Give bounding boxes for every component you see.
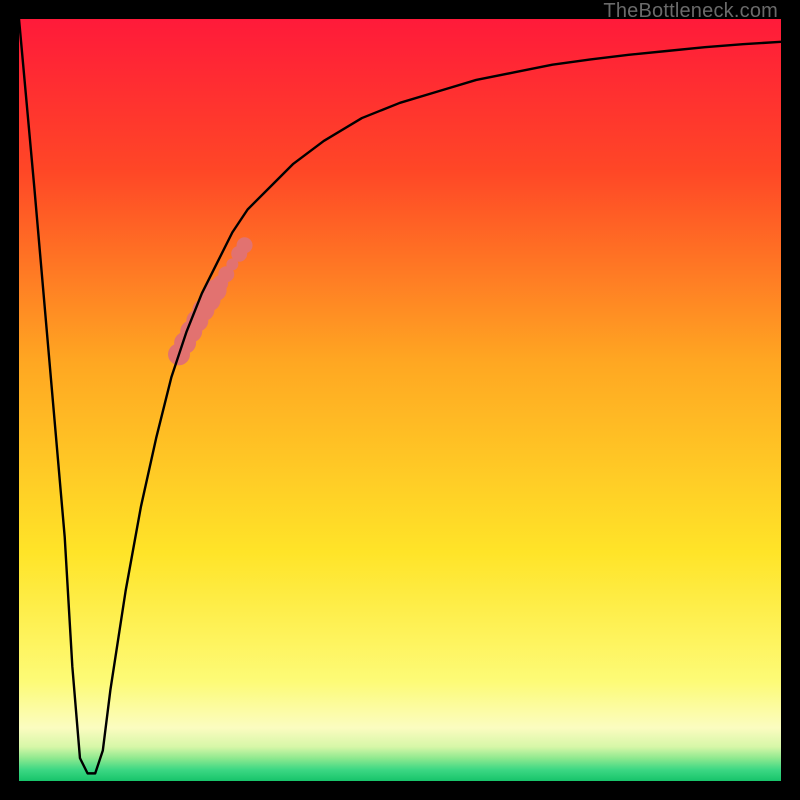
watermark-text: TheBottleneck.com [603, 0, 778, 23]
gradient-background [19, 19, 781, 781]
marker-dot [237, 237, 253, 253]
bottleneck-chart [19, 19, 781, 781]
chart-frame [19, 19, 781, 781]
